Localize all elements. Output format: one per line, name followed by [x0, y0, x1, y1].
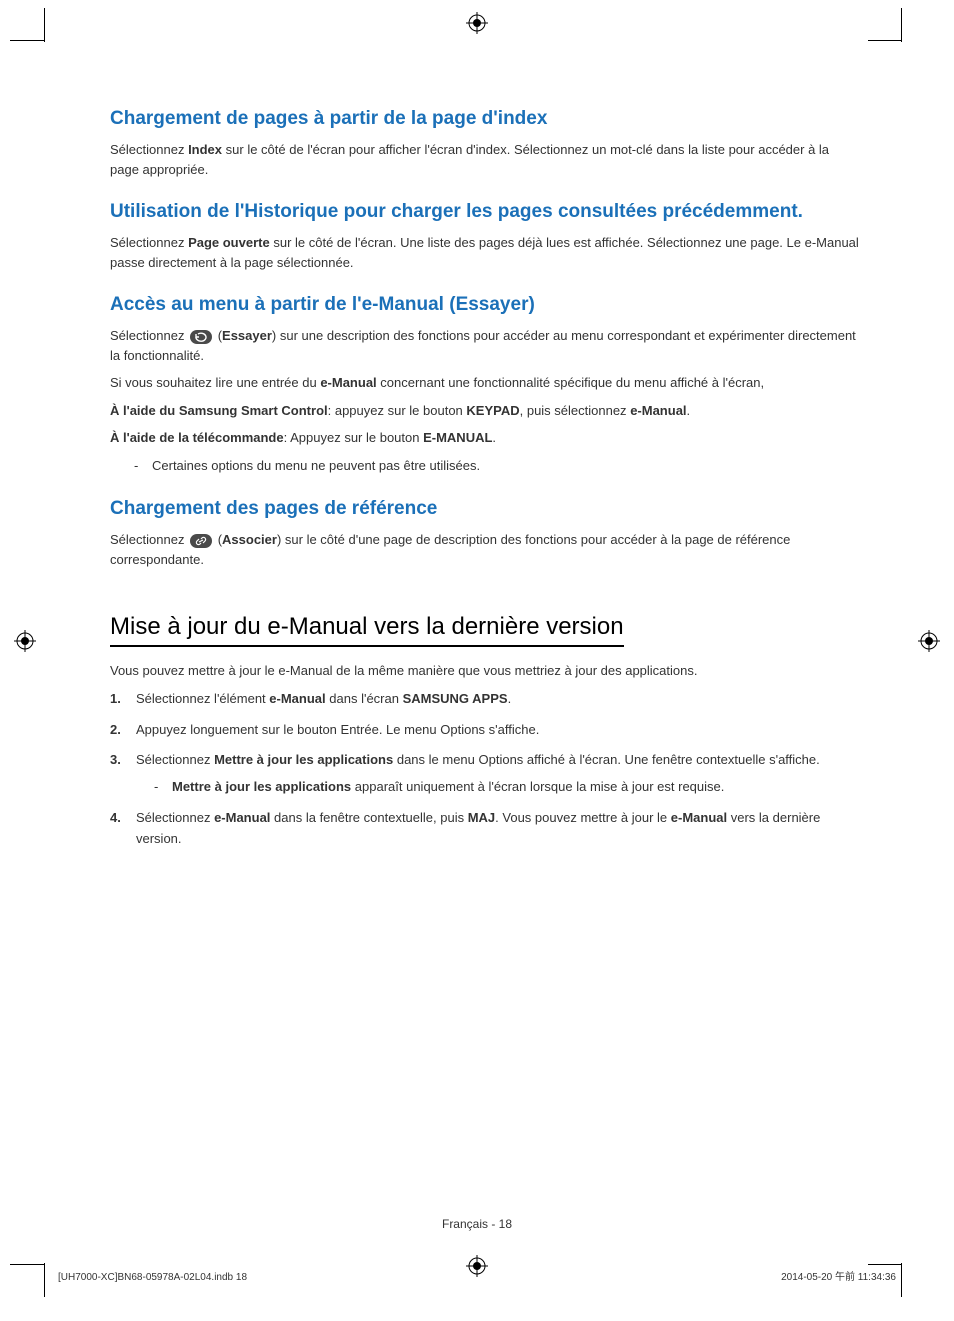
paragraph: Sélectionnez (Essayer) sur une descripti…: [110, 326, 860, 365]
registration-mark-icon: [466, 12, 488, 34]
sub-note: Mettre à jour les applications apparaît …: [136, 777, 860, 798]
paragraph: Vous pouvez mettre à jour le e-Manual de…: [110, 661, 860, 681]
steps-list: Sélectionnez l'élément e-Manual dans l'é…: [110, 689, 860, 850]
registration-mark-icon: [466, 1255, 488, 1277]
page-footer-left: [UH7000-XC]BN68-05978A-02L04.indb 18: [58, 1272, 247, 1283]
note-list: Certaines options du menu ne peuvent pas…: [110, 456, 860, 477]
try-icon: [190, 330, 212, 344]
crop-mark: [868, 1264, 902, 1265]
crop-mark: [901, 1263, 902, 1297]
registration-mark-icon: [918, 630, 940, 652]
note-item: Certaines options du menu ne peuvent pas…: [134, 456, 860, 477]
heading-load-index: Chargement de pages à partir de la page …: [110, 108, 860, 130]
step-item: Sélectionnez l'élément e-Manual dans l'é…: [110, 689, 860, 710]
paragraph: À l'aide de la télécommande: Appuyez sur…: [110, 428, 860, 448]
registration-mark-icon: [14, 630, 36, 652]
page-footer-center: Français - 18: [0, 1217, 954, 1231]
page-footer-right: 2014-05-20 午前 11:34:36: [781, 1268, 896, 1283]
paragraph: Sélectionnez Page ouverte sur le côté de…: [110, 233, 860, 272]
paragraph: Si vous souhaitez lire une entrée du e-M…: [110, 373, 860, 393]
heading-history: Utilisation de l'Historique pour charger…: [110, 201, 860, 223]
document-page: Chargement de pages à partir de la page …: [0, 0, 954, 1321]
crop-mark: [868, 40, 902, 41]
crop-mark: [10, 1264, 44, 1265]
crop-mark: [44, 8, 45, 42]
paragraph: Sélectionnez (Associer) sur le côté d'un…: [110, 530, 860, 569]
crop-mark: [901, 8, 902, 42]
heading-access-menu: Accès au menu à partir de l'e-Manual (Es…: [110, 294, 860, 316]
step-item: Appuyez longuement sur le bouton Entrée.…: [110, 720, 860, 741]
paragraph: À l'aide du Samsung Smart Control: appuy…: [110, 401, 860, 421]
crop-mark: [44, 1263, 45, 1297]
paragraph: Sélectionnez Index sur le côté de l'écra…: [110, 140, 860, 179]
heading-update: Mise à jour du e-Manual vers la dernière…: [110, 613, 624, 647]
heading-reference: Chargement des pages de référence: [110, 498, 860, 520]
crop-mark: [10, 40, 44, 41]
link-icon: [190, 534, 212, 548]
sub-note-item: Mettre à jour les applications apparaît …: [154, 777, 860, 798]
step-item: Sélectionnez Mettre à jour les applicati…: [110, 750, 860, 798]
step-item: Sélectionnez e-Manual dans la fenêtre co…: [110, 808, 860, 850]
page-content: Chargement de pages à partir de la page …: [110, 108, 860, 860]
